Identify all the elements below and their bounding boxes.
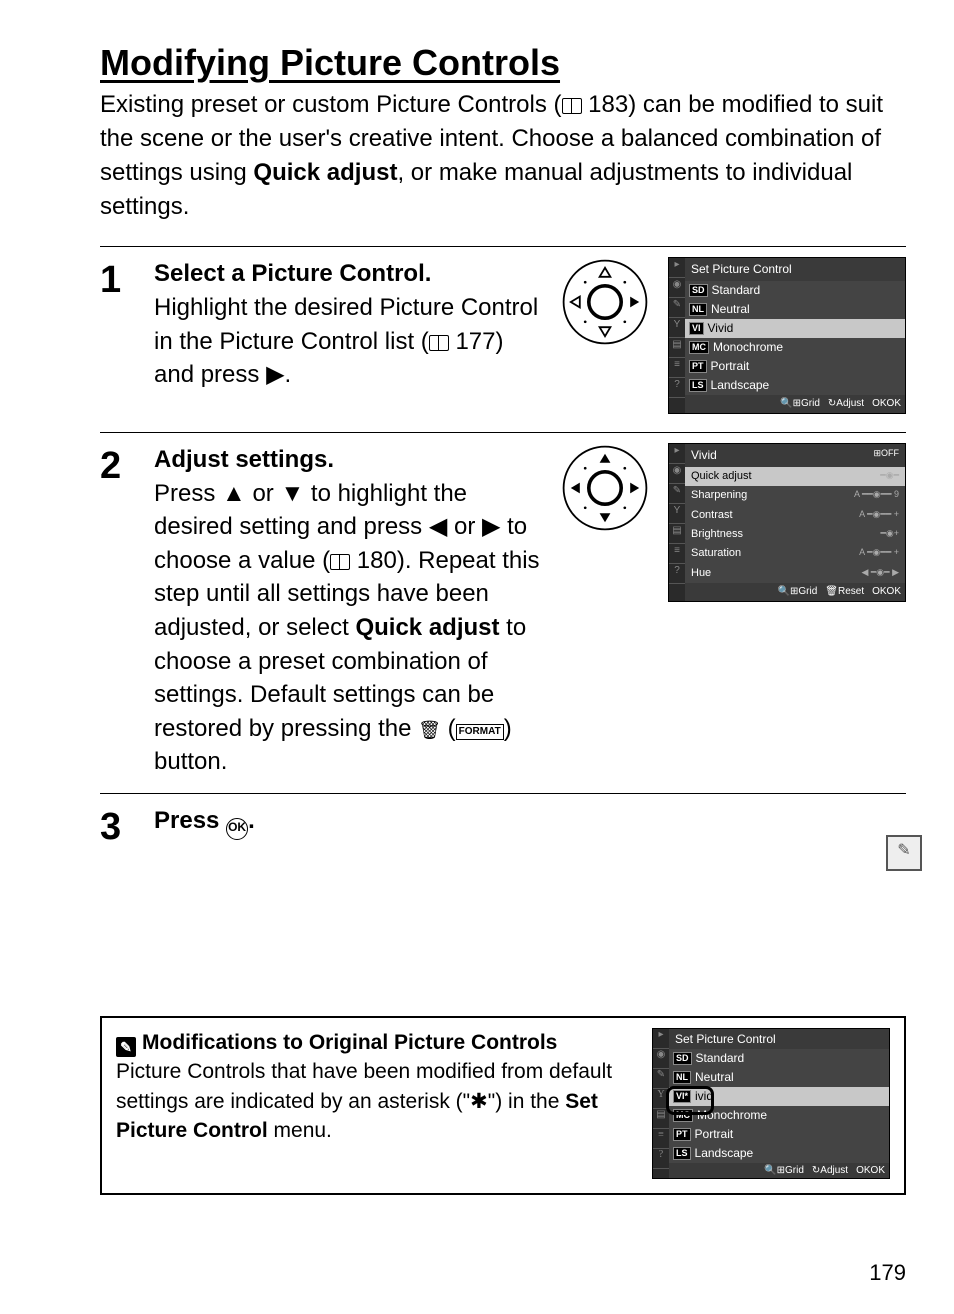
right-arrow-icon: ▶ [266,361,284,388]
ok-button-icon: OK [226,818,248,840]
trash-icon: 🗑 [418,718,441,743]
camera-menu-panel-1: ▸◉✎Y▤≡? Set Picture Control SDStandard N… [668,257,906,414]
step-number: 1 [100,257,154,299]
step-1-title: Select a Picture Control. [154,260,431,287]
dpad-icon [560,443,650,533]
step-number: 3 [100,804,154,846]
page-title: Modifying Picture Controls [100,42,906,84]
page-tab-icon: ✎ [886,835,922,871]
step-3: 3 Press OK. [100,804,906,846]
camera-menu-panel-2: ▸◉✎Y▤≡? Vivid⊞OFF Quick adjust━◉━ Sharpe… [668,443,906,602]
panel-3-title: Set Picture Control [669,1029,889,1049]
intro-paragraph: Existing preset or custom Picture Contro… [100,88,906,224]
separator [100,246,906,247]
dpad-icon [560,257,650,347]
step-2-title: Adjust settings. [154,446,334,473]
format-icon: FORMAT [456,724,504,740]
info-box: ✎ Modifications to Original Picture Contr… [100,1016,906,1195]
panel-2-title: Vivid⊞OFF [685,444,905,467]
callout-circle [666,1086,714,1115]
step-number: 2 [100,443,154,485]
up-arrow-icon: ▲ [222,480,246,507]
step-2: 2 Adjust settings. Press ▲ or ▼ to highl… [100,443,906,779]
book-icon [330,554,350,570]
book-icon [429,335,449,351]
infobox-title: Modifications to Original Picture Contro… [142,1031,557,1054]
page-number: 179 [869,1260,906,1286]
left-arrow-icon: ◀ [429,513,447,540]
right-arrow-icon: ▶ [482,513,500,540]
step-3-title: Press OK. [154,807,255,834]
separator [100,432,906,433]
separator [100,793,906,794]
panel-1-title: Set Picture Control [685,258,905,281]
book-icon [562,98,582,114]
note-icon: ✎ [116,1037,136,1057]
asterisk-icon: ✱ [470,1090,488,1113]
down-arrow-icon: ▼ [280,480,304,507]
step-1: 1 Select a Picture Control. Highlight th… [100,257,906,414]
